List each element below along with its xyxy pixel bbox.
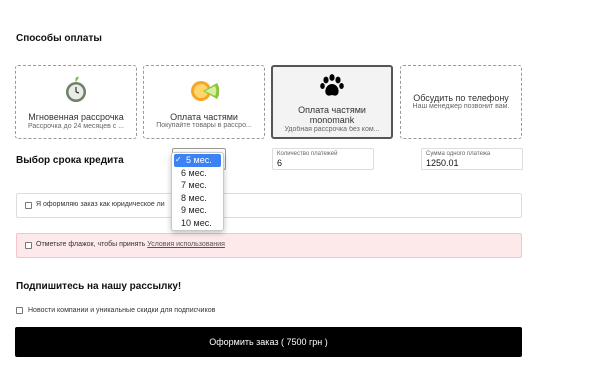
credit-term-menu: ✓ 5 мес. 6 мес. 7 мес. 8 мес. 9 мес. 10 м… bbox=[171, 152, 224, 231]
checkmark-icon: ✓ bbox=[175, 155, 182, 164]
orange-slice-icon bbox=[189, 78, 220, 109]
legal-entity-checkbox[interactable] bbox=[25, 202, 32, 209]
payment-option-monobank-parts[interactable]: Оплата частями monomank Удобная рассрочк… bbox=[271, 65, 393, 139]
place-order-button[interactable]: Оформить заказ ( 7500 грн ) bbox=[15, 327, 522, 357]
payment-methods-title: Способы оплаты bbox=[16, 33, 102, 44]
subscribe-title: Подпишитесь на нашу рассылку! bbox=[16, 281, 182, 292]
term-option[interactable]: ✓ 5 мес. bbox=[174, 154, 221, 167]
legal-entity-label: Я оформляю заказ как юридическое ли bbox=[36, 201, 165, 208]
payment-amount-label: Сумма одного платежа bbox=[426, 151, 491, 157]
payment-option-instant-installment[interactable]: Мгновенная рассрочка Рассрочка до 24 мес… bbox=[15, 65, 137, 139]
payment-option-phone[interactable]: Обсудить по телефону Наш менеджер позвон… bbox=[400, 65, 522, 139]
term-option[interactable]: 6 мес. bbox=[172, 167, 223, 180]
payments-count-value: 6 bbox=[277, 158, 283, 168]
payment-option-title: Оплата частями monomank bbox=[298, 105, 366, 125]
term-option[interactable]: 10 мес. bbox=[172, 217, 223, 230]
payments-count-field: Количество платежей 6 bbox=[272, 148, 374, 170]
payment-option-subtitle: Наш менеджер позвонит вам. bbox=[412, 103, 510, 110]
payment-amount-value: 1250.01 bbox=[426, 158, 459, 168]
credit-term-title: Выбор срока кредита bbox=[16, 155, 124, 166]
clock-leaf-icon bbox=[63, 76, 89, 109]
term-option[interactable]: 7 мес. bbox=[172, 179, 223, 192]
terms-prefix: Отметьте флажок, чтобы принять bbox=[36, 241, 148, 248]
term-option[interactable]: 8 мес. bbox=[172, 192, 223, 205]
payments-count-label: Количество платежей bbox=[277, 151, 338, 157]
payment-option-title: Оплата частями bbox=[170, 112, 238, 122]
paw-icon bbox=[319, 73, 345, 104]
payment-option-subtitle: Рассрочка до 24 месяцев с ... bbox=[27, 123, 125, 130]
payment-option-parts[interactable]: Оплата частями Покупайте товары в рассро… bbox=[143, 65, 265, 139]
payment-option-title: Мгновенная рассрочка bbox=[28, 112, 124, 122]
newsletter-checkbox[interactable] bbox=[16, 307, 23, 314]
terms-checkbox[interactable] bbox=[25, 242, 32, 249]
newsletter-label: Новости компании и уникальные скидки для… bbox=[28, 307, 216, 314]
payment-option-subtitle: Покупайте товары в рассро... bbox=[156, 122, 252, 129]
legal-entity-row[interactable]: Я оформляю заказ как юридическое ли bbox=[16, 193, 522, 218]
terms-label: Отметьте флажок, чтобы принять Условия и… bbox=[36, 241, 225, 248]
payment-option-subtitle: Удобная рассрочка без ком... bbox=[284, 126, 380, 133]
terms-row[interactable]: Отметьте флажок, чтобы принять Условия и… bbox=[16, 233, 522, 258]
terms-link[interactable]: Условия использования bbox=[147, 241, 225, 248]
payment-option-title: Обсудить по телефону bbox=[413, 93, 509, 103]
payment-amount-field: Сумма одного платежа 1250.01 bbox=[421, 148, 523, 170]
term-option[interactable]: 9 мес. bbox=[172, 204, 223, 217]
